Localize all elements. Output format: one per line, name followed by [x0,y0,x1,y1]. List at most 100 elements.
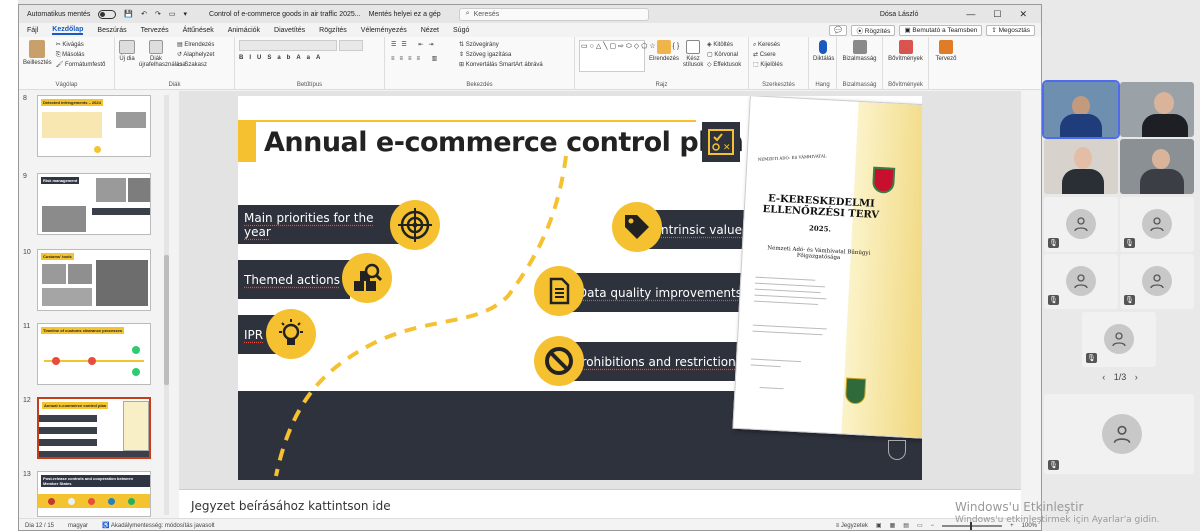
mic-muted-icon: 🎙 [1086,353,1097,363]
reading-view-icon[interactable]: ▤ [903,522,909,529]
slide-thumbnail-12[interactable]: Annual e-commerce control plan [37,397,151,459]
thumb-title: Timeline of customs clearance processes [41,327,125,334]
tab-view[interactable]: Nézet [421,27,439,34]
tab-file[interactable]: Fájl [27,27,38,34]
participant-tile[interactable]: 🎙 [1120,254,1194,309]
self-view-tile[interactable]: 🎙 [1044,394,1194,474]
tab-help[interactable]: Súgó [453,27,469,34]
thumb-title: Detected infringements – 2024 [41,99,103,106]
replace-button[interactable]: ⇄ Csere [753,50,804,60]
normal-view-icon[interactable]: ▣ [876,522,882,529]
shape-outline-button[interactable]: ▢ Körvonal [707,50,741,60]
shape-effects-button[interactable]: ◇ Effektusok [707,60,741,70]
slides-pane-scrollbar[interactable] [164,95,169,515]
thumb-flag [108,498,115,505]
participant-tile[interactable]: 🎙 [1082,312,1156,367]
tab-animations[interactable]: Animációk [228,27,260,34]
undo-icon[interactable]: ↶ [141,10,147,18]
save-status[interactable]: Mentés helyei ez a gép [369,11,441,18]
arrange-label: Elrendezés [649,56,680,62]
document-line [752,330,823,336]
close-button[interactable]: ✕ [1019,9,1027,20]
minimize-button[interactable]: — [966,9,975,20]
meeting-participant-gallery: 🎙 🎙 🎙 🎙 🎙 🎙 [1040,78,1200,531]
share-button[interactable]: ⇪ Megosztás [986,24,1035,36]
find-button[interactable]: ⌕ Keresés [753,40,804,50]
present-icon[interactable]: ▭ [169,10,176,18]
slide-editor: Annual e-commerce control plan ✕ Main pr… [179,91,1021,489]
comments-button[interactable]: 💬 [829,24,848,36]
slide-thumbnail-8[interactable]: Detected infringements – 2024 [37,95,151,157]
tab-review[interactable]: Véleményezés [361,27,407,34]
language-indicator[interactable]: magyar [68,523,88,529]
quick-styles-button[interactable]: Kész stílusok [683,40,703,86]
zoom-out-icon[interactable]: − [931,523,935,529]
layout-button[interactable]: ▤ Elrendezés [177,40,214,50]
notes-toggle[interactable]: ≡ Jegyzetek [836,523,868,529]
gallery-prev-button[interactable]: ‹ [1102,372,1105,382]
redo-icon[interactable]: ↷ [155,10,161,18]
shapes-gallery[interactable]: ▭○△╲▢⇨⬭◇⬠☆▷⌒{} [579,40,679,72]
tab-home[interactable]: Kezdőlap [52,26,84,35]
slide-thumbnail-11[interactable]: Timeline of customs clearance processes [37,323,151,385]
smartart-button[interactable]: ⊞ Konvertálás SmartArt ábrává [459,60,570,70]
slide-thumbnail-10[interactable]: Customs' tools [37,249,151,311]
gallery-next-button[interactable]: › [1135,372,1138,382]
participant-tile[interactable]: 🎙 [1044,254,1118,309]
reset-button[interactable]: ↺ Alaphelyzet [177,50,214,60]
current-slide[interactable]: Annual e-commerce control plan ✕ Main pr… [238,96,922,480]
addins-button[interactable]: Bővítmények [887,40,924,62]
font-format-buttons[interactable]: BIUSabAaA [239,55,380,61]
new-slide-button[interactable]: Új dia [119,40,135,86]
slide-thumbnail-9[interactable]: Risk management [37,173,151,235]
tab-slideshow[interactable]: Diavetítés [274,27,305,34]
present-teams-button[interactable]: ▣ Bemutató a Teamsben [899,24,983,36]
autosave-toggle[interactable] [98,9,117,19]
slide-thumbnail-13[interactable]: Post-release controls and cooperation be… [37,471,151,517]
paragraph-group: ⇅ Szövegirány ⇕ Szöveg igazítása ⊞ Konve… [385,37,575,89]
select-button[interactable]: ⬚ Kijelölés [753,60,804,70]
search-box[interactable]: ⌕ Keresés [458,7,649,21]
participant-video-tile[interactable] [1042,80,1120,139]
scrollbar-thumb[interactable] [164,255,169,385]
participant-video-tile[interactable] [1120,139,1194,194]
participant-tile[interactable]: 🎙 [1120,197,1194,252]
participant-tile[interactable]: 🎙 [1044,197,1118,252]
reuse-slides-icon [149,40,163,54]
participant-video-tile[interactable] [1120,82,1194,137]
align-buttons[interactable]: ≡≡≡≡ ▥ [391,55,442,62]
tab-record[interactable]: Rögzítés [319,27,347,34]
paste-button[interactable]: Beillesztés [23,40,52,86]
copy-button[interactable]: ⎘ Másolás [56,50,106,60]
thumb-marker [88,357,96,365]
text-direction-button[interactable]: ⇅ Szövegirány [459,40,570,50]
slideshow-view-icon[interactable]: ▭ [917,522,923,529]
record-button[interactable]: ⦿ Rögzítés [851,24,896,36]
reuse-slides-button[interactable]: Diák újrafelhasználása [139,40,186,86]
sorter-view-icon[interactable]: ▦ [890,522,896,529]
customize-icon[interactable]: ▾ [184,10,188,18]
sensitivity-button[interactable]: Bizalmasság [841,40,878,62]
font-size-select[interactable] [339,40,363,51]
designer-button[interactable]: Tervező [933,40,959,62]
arrange-button[interactable]: Elrendezés [649,40,679,86]
format-painter-button[interactable]: 🖌 Formátumfestő [56,60,106,70]
tab-transitions[interactable]: Áttűnések [183,27,214,34]
tab-insert[interactable]: Beszúrás [97,27,126,34]
maximize-button[interactable]: ☐ [993,9,1001,20]
notes-pane[interactable]: Jegyzet beírásához kattintson ide [179,489,1021,518]
section-button[interactable]: ▭ Szakasz [177,60,214,70]
shape-fill-button[interactable]: ◈ Kitöltés [707,40,741,50]
tab-design[interactable]: Tervezés [141,27,169,34]
align-text-button[interactable]: ⇕ Szöveg igazítása [459,50,570,60]
accessibility-status[interactable]: ♿ Akadálymentesség: módosítás javasolt [102,522,215,529]
avatar-icon [1066,209,1096,239]
cut-button[interactable]: ✂ Kivágás [56,40,106,50]
list-buttons[interactable]: ☰☰ ⇤⇥ [391,41,438,48]
document-line [751,358,802,363]
user-name[interactable]: Dósa László [880,11,919,18]
participant-video-tile[interactable] [1044,139,1118,194]
dictate-button[interactable]: Diktálás [813,40,834,62]
save-icon[interactable]: 💾 [124,10,133,18]
font-family-select[interactable] [239,40,337,51]
